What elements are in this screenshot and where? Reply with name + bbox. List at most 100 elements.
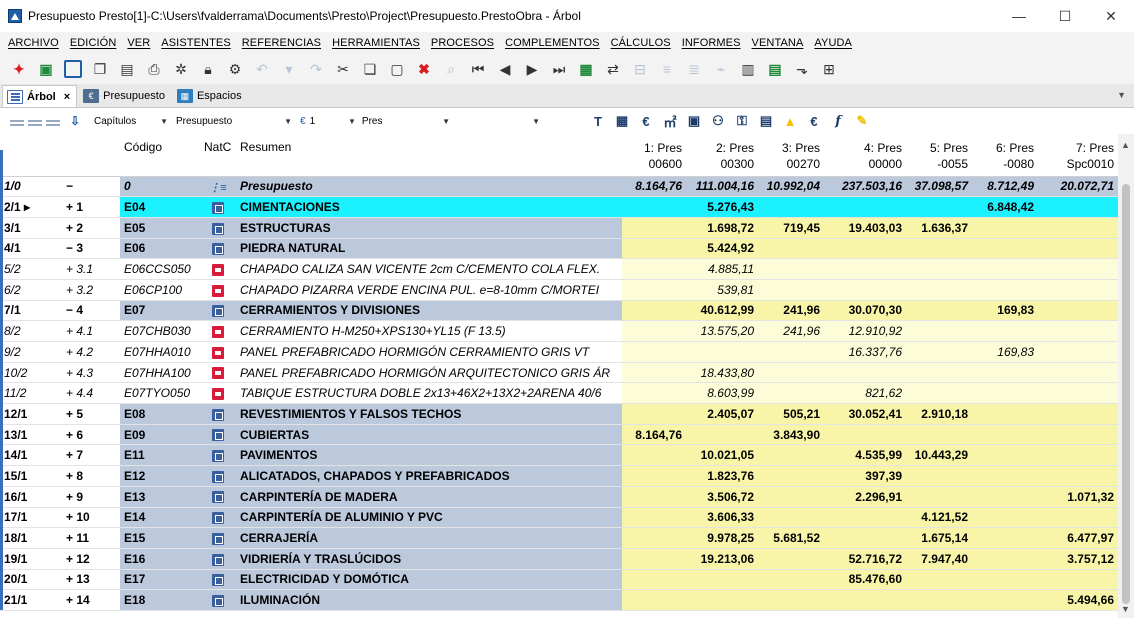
header-pres-7[interactable]: 7: Pres Spc0010 bbox=[1038, 134, 1118, 177]
row-pres-3[interactable] bbox=[758, 362, 824, 384]
table-row[interactable]: 15/1 + 8 E12 ALICATADOS, CHAPADOS Y PREFABR… bbox=[0, 465, 1118, 487]
row-number[interactable]: 4/1 bbox=[0, 238, 62, 260]
row-pres-2[interactable]: 18.433,80 bbox=[686, 362, 758, 384]
row-pres-4[interactable] bbox=[824, 258, 906, 280]
row-pres-6[interactable]: 169,83 bbox=[972, 341, 1038, 363]
group-icon[interactable]: ≣ bbox=[683, 58, 705, 80]
row-code[interactable]: 0 bbox=[120, 176, 200, 198]
calculator-icon[interactable]: ▥ bbox=[737, 58, 759, 80]
row-pres-5[interactable]: 1.636,37 bbox=[906, 217, 972, 239]
row-pres-4[interactable]: 4.535,99 bbox=[824, 444, 906, 467]
row-summary[interactable]: CUBIERTAS bbox=[236, 424, 622, 446]
row-summary[interactable]: CERRAMIENTO H-M250+XPS130+YL15 (F 13.5) bbox=[236, 320, 622, 342]
last-icon[interactable]: ⏭ bbox=[548, 58, 570, 80]
row-summary[interactable]: REVESTIMIENTOS Y FALSOS TECHOS bbox=[236, 403, 622, 425]
sort-icon[interactable]: ≡ bbox=[656, 58, 678, 80]
row-number[interactable]: 18/1 bbox=[0, 527, 62, 549]
row-pres-4[interactable] bbox=[824, 238, 906, 260]
row-pres-3[interactable] bbox=[758, 465, 824, 487]
row-number[interactable]: 17/1 bbox=[0, 507, 62, 529]
scope-combo[interactable]: Capítulos ▼ bbox=[90, 112, 172, 130]
row-pres-3[interactable]: 505,21 bbox=[758, 403, 824, 425]
row-pres-3[interactable]: 719,45 bbox=[758, 217, 824, 239]
row-summary[interactable]: ALICATADOS, CHAPADOS Y PREFABRICADOS bbox=[236, 465, 622, 487]
price-icon[interactable]: € bbox=[636, 111, 656, 131]
menu-archivo[interactable]: ARCHIVO bbox=[8, 37, 59, 49]
row-pres-2[interactable] bbox=[686, 589, 758, 611]
row-pres-1[interactable] bbox=[622, 548, 686, 570]
field-combo[interactable]: ▼ Pres ▼ bbox=[344, 112, 454, 130]
tab-presupuesto[interactable]: € Presupuesto bbox=[79, 85, 171, 107]
row-summary[interactable]: ESTRUCTURAS bbox=[236, 217, 622, 239]
document-icon[interactable]: ▣ bbox=[684, 111, 704, 131]
scroll-up-icon[interactable]: ▲ bbox=[1121, 140, 1130, 150]
row-pres-6[interactable] bbox=[972, 382, 1038, 405]
extra-combo[interactable]: ▼ bbox=[454, 112, 544, 130]
row-number[interactable]: 15/1 bbox=[0, 465, 62, 487]
table-row[interactable]: 9/2 + 4.2 E07HHA010 PANEL PREFABRICADO HORM… bbox=[0, 341, 1118, 363]
row-summary[interactable]: PIEDRA NATURAL bbox=[236, 238, 622, 260]
row-pres-7[interactable]: 5.494,66 bbox=[1038, 589, 1118, 611]
table-row[interactable]: 3/1 + 2 E05 ESTRUCTURAS 1.698,72 719,45 19.403… bbox=[0, 217, 1118, 239]
row-code[interactable]: E09 bbox=[120, 424, 200, 446]
table-row[interactable]: 7/1− 4 E07 CERRAMIENTOS Y DIVISIONES 40.612… bbox=[0, 300, 1118, 322]
tab-espacios[interactable]: ▦ Espacios bbox=[173, 85, 248, 107]
row-pres-3[interactable]: 241,96 bbox=[758, 320, 824, 342]
row-number[interactable]: 21/1 bbox=[0, 589, 62, 611]
row-level[interactable]: + 4.3 bbox=[62, 362, 120, 384]
row-pres-5[interactable] bbox=[906, 320, 972, 342]
row-pres-4[interactable]: 30.052,41 bbox=[824, 403, 906, 425]
row-code[interactable]: E07 bbox=[120, 300, 200, 322]
paste-icon[interactable]: ▢ bbox=[386, 58, 408, 80]
excel-icon[interactable]: ▦ bbox=[575, 58, 597, 80]
row-level[interactable]: + 9 bbox=[62, 486, 120, 508]
row-pres-5[interactable]: 4.121,52 bbox=[906, 507, 972, 529]
row-pres-1[interactable]: 8.164,76 bbox=[622, 176, 686, 198]
row-pres-2[interactable]: 9.978,25 bbox=[686, 527, 758, 549]
row-pres-2[interactable]: 19.213,06 bbox=[686, 548, 758, 570]
row-code[interactable]: E04 bbox=[120, 196, 200, 218]
hierarchy-lines-icon[interactable] bbox=[10, 116, 70, 126]
menu-asistentes[interactable]: ASISTENTES bbox=[161, 37, 230, 49]
row-code[interactable]: E07HHA100 bbox=[120, 362, 200, 384]
row-pres-6[interactable] bbox=[972, 320, 1038, 342]
row-pres-2[interactable]: 8.603,99 bbox=[686, 382, 758, 405]
row-summary[interactable]: PANEL PREFABRICADO HORMIGÓN ARQUITECTONI… bbox=[236, 362, 622, 384]
row-code[interactable]: E18 bbox=[120, 589, 200, 611]
row-summary[interactable]: CARPINTERÍA DE ALUMINIO Y PVC bbox=[236, 507, 622, 529]
row-pres-1[interactable] bbox=[622, 320, 686, 342]
row-pres-5[interactable] bbox=[906, 196, 972, 218]
row-pres-5[interactable]: 10.443,29 bbox=[906, 444, 972, 467]
header-pres-4[interactable]: 4: Pres 00000 bbox=[824, 134, 906, 177]
arrow-box-icon[interactable]: ⬎ bbox=[791, 58, 813, 80]
row-pres-7[interactable] bbox=[1038, 403, 1118, 425]
row-pres-3[interactable] bbox=[758, 486, 824, 508]
row-pres-5[interactable] bbox=[906, 465, 972, 487]
row-level[interactable]: + 3.1 bbox=[62, 258, 120, 280]
row-pres-6[interactable]: 8.712,49 bbox=[972, 176, 1038, 198]
row-code[interactable]: E07TYO050 bbox=[120, 382, 200, 405]
key-icon[interactable]: ⚿ bbox=[732, 111, 752, 131]
next-icon[interactable]: ▶ bbox=[521, 58, 543, 80]
scroll-down-icon[interactable]: ▼ bbox=[1121, 604, 1130, 614]
table-row[interactable]: 10/2 + 4.3 E07HHA100 PANEL PREFABRICADO HOR… bbox=[0, 362, 1118, 384]
row-pres-5[interactable] bbox=[906, 341, 972, 363]
row-code[interactable]: E16 bbox=[120, 548, 200, 570]
row-pres-1[interactable] bbox=[622, 486, 686, 508]
row-pres-6[interactable] bbox=[972, 258, 1038, 280]
row-pres-7[interactable] bbox=[1038, 196, 1118, 218]
row-pres-4[interactable]: 397,39 bbox=[824, 465, 906, 487]
menu-procesos[interactable]: PROCESOS bbox=[431, 37, 494, 49]
row-code[interactable]: E06CCS050 bbox=[120, 258, 200, 280]
row-pres-1[interactable] bbox=[622, 569, 686, 591]
row-number[interactable]: 7/1 bbox=[0, 300, 62, 322]
row-pres-7[interactable] bbox=[1038, 507, 1118, 529]
lock-icon[interactable]: 🔒︎ bbox=[197, 58, 219, 80]
table-row[interactable]: 20/1 + 13 E17 ELECTRICIDAD Y DOMÓTICA 85.476… bbox=[0, 569, 1118, 591]
menu-ver[interactable]: VER bbox=[127, 37, 150, 49]
row-pres-6[interactable]: 6.848,42 bbox=[972, 196, 1038, 218]
row-pres-5[interactable]: 37.098,57 bbox=[906, 176, 972, 198]
row-pres-7[interactable] bbox=[1038, 569, 1118, 591]
row-pres-1[interactable] bbox=[622, 444, 686, 467]
row-pres-7[interactable]: 3.757,12 bbox=[1038, 548, 1118, 570]
